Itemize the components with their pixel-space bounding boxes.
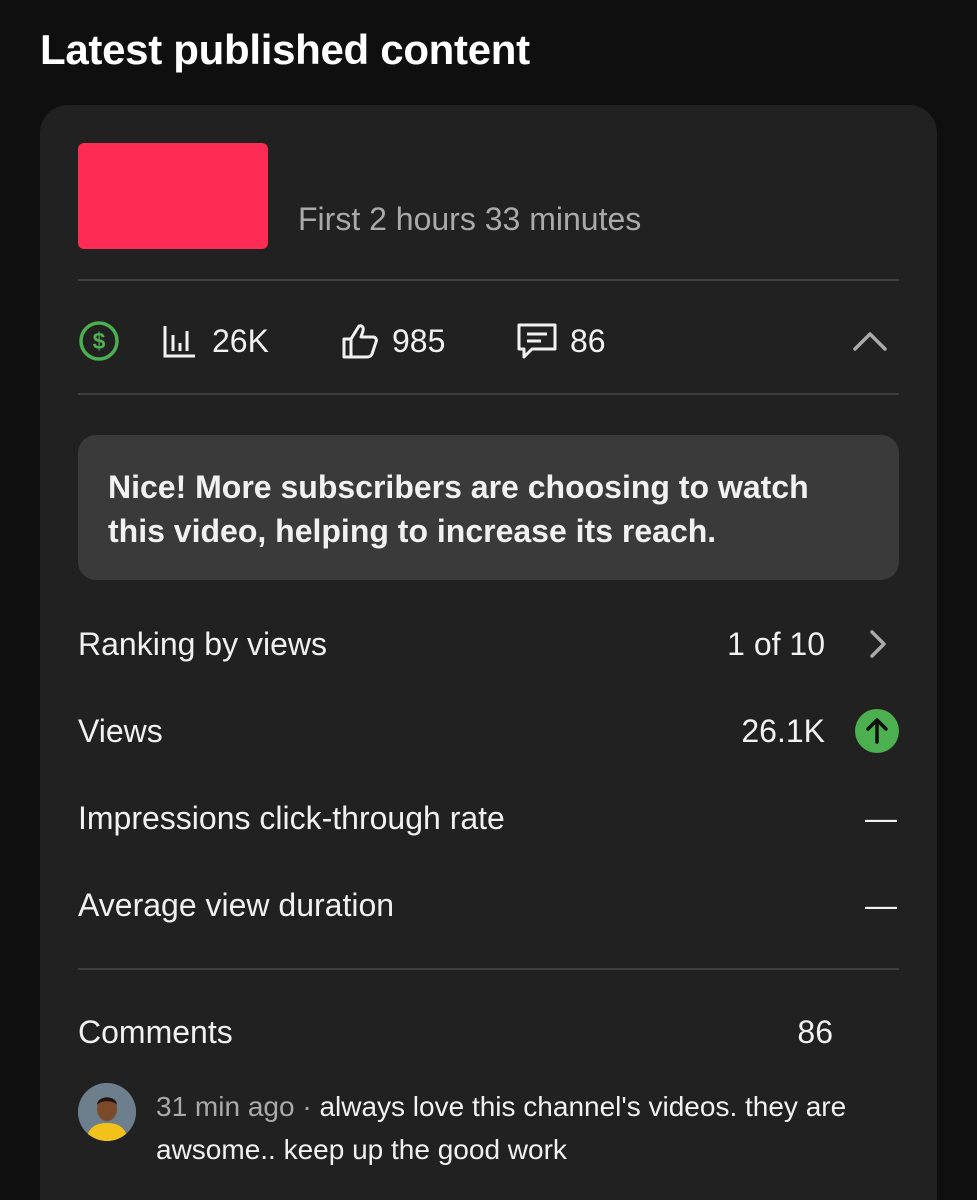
latest-content-card[interactable]: First 2 hours 33 minutes $ 26K 985 86 Ni… [40,105,937,1200]
ctr-label: Impressions click-through rate [78,800,505,836]
views-value: 26.1K [741,713,825,749]
bar-chart-icon [163,326,195,358]
section-title: Latest published content [40,26,530,73]
latest-comment[interactable]: 31 min ago · always love this channel's … [78,1083,899,1183]
divider [78,393,899,395]
monetization-status: $ [78,315,120,367]
divider [78,279,899,281]
views-row: Views 26.1K [78,706,899,756]
page: Latest published content First 2 hours 3… [0,0,977,1200]
avd-value: — [865,887,897,923]
chevron-right-icon [870,630,886,658]
comment-separator: · [294,1091,320,1122]
video-thumbnail[interactable] [78,143,268,249]
collapse-button[interactable] [852,315,888,367]
avd-label: Average view duration [78,887,395,923]
comments-label: Comments [78,1014,233,1050]
chevron-up-icon [853,332,887,351]
views-stat: 26K [162,315,269,367]
comments-total: 86 [797,1014,833,1050]
comment-icon [517,323,557,359]
dollar-circle-icon: $ [79,321,119,361]
comments-row[interactable]: Comments 86 [78,1007,899,1057]
ctr-row: Impressions click-through rate — [78,793,899,843]
thumbs-up-icon [342,324,378,359]
comment-time: 31 min ago [156,1091,295,1122]
views-label: Views [78,713,163,749]
svg-text:$: $ [93,328,106,354]
arrow-up-icon [855,709,899,753]
divider [78,968,899,970]
ranking-row[interactable]: Ranking by views 1 of 10 [78,619,899,669]
ranking-label: Ranking by views [78,626,327,662]
ctr-value: — [865,800,897,836]
likes-stat: 985 [340,315,445,367]
avatar [78,1083,136,1141]
comment-body: 31 min ago · always love this channel's … [156,1085,896,1171]
stats-row: $ 26K 985 86 [78,315,899,367]
insight-message: Nice! More subscribers are choosing to w… [78,435,899,580]
comments-stat: 86 [516,315,606,367]
comments-count-stat: 86 [570,322,606,359]
views-count: 26K [212,322,269,359]
ranking-value: 1 of 10 [727,626,825,662]
likes-count: 985 [392,322,446,359]
avd-row: Average view duration — [78,880,899,930]
time-period-label: First 2 hours 33 minutes [298,201,642,237]
